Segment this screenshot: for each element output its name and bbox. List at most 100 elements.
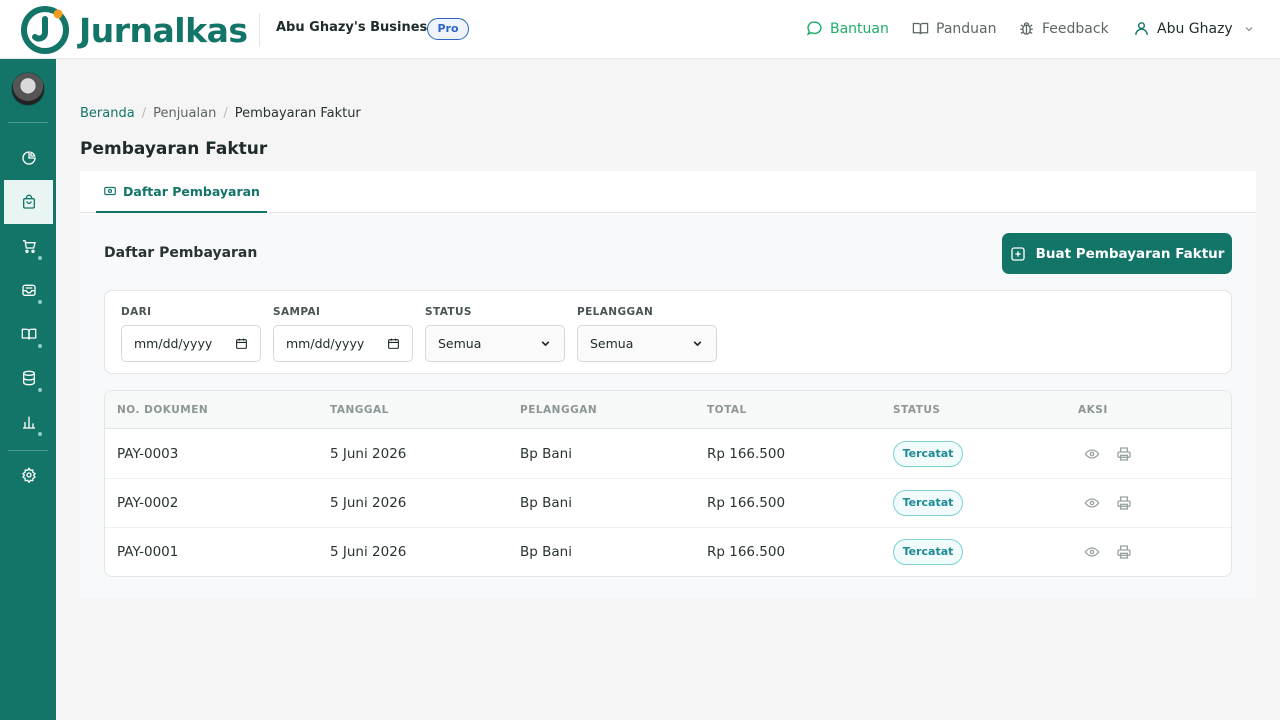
sidebar-item-purchases[interactable] — [4, 224, 53, 268]
customer-select-value: Semua — [590, 336, 634, 351]
filter-customer: PELANGGAN Semua — [577, 306, 717, 362]
breadcrumb-current: Pembayaran Faktur — [234, 106, 361, 121]
create-payment-button[interactable]: Buat Pembayaran Faktur — [1002, 233, 1232, 274]
table-header: NO. DOKUMEN TANGGAL PELANGGAN TOTAL STAT… — [105, 391, 1231, 429]
filter-to-label: SAMPAI — [273, 306, 321, 318]
book-icon — [21, 328, 36, 340]
date-from-value: mm/dd/yyyy — [134, 336, 213, 351]
date-cell: 5 Juni 2026 — [330, 544, 407, 560]
breadcrumb-home[interactable]: Beranda — [80, 106, 135, 121]
column-header[interactable]: TANGGAL — [330, 404, 389, 416]
sidebar-submenu-dot — [38, 388, 42, 392]
chevron-down-icon — [541, 341, 550, 347]
sidebar-submenu-dot — [38, 300, 42, 304]
help-link[interactable]: Bantuan — [806, 20, 889, 37]
brand-logo[interactable]: Jurnalkas — [20, 5, 248, 55]
cash-icon — [104, 186, 116, 196]
customer-select[interactable]: Semua — [577, 325, 717, 362]
printer-icon — [1117, 496, 1131, 510]
table-row[interactable]: PAY-0002 5 Juni 2026 Bp Bani Rp 166.500 … — [105, 479, 1231, 528]
sidebar-submenu-dot — [38, 344, 42, 348]
guide-link[interactable]: Panduan — [912, 20, 996, 37]
print-button[interactable] — [1116, 495, 1132, 511]
tab-label: Daftar Pembayaran — [123, 183, 260, 199]
filter-status-label: STATUS — [425, 306, 472, 318]
printer-icon — [1117, 447, 1131, 461]
sidebar-item-accounting[interactable] — [4, 312, 53, 356]
calendar-icon[interactable] — [235, 337, 248, 350]
date-cell: 5 Juni 2026 — [330, 446, 407, 462]
table-row[interactable]: PAY-0003 5 Juni 2026 Bp Bani Rp 166.500 … — [105, 430, 1231, 479]
status-badge: Tercatat — [893, 539, 963, 565]
filter-from-label: DARI — [121, 306, 152, 318]
user-name: Abu Ghazy — [1157, 20, 1233, 37]
feedback-link[interactable]: Feedback — [1018, 20, 1109, 37]
date-to-input[interactable]: mm/dd/yyyy — [273, 325, 413, 362]
breadcrumb-section[interactable]: Penjualan — [153, 106, 216, 121]
view-button[interactable] — [1084, 495, 1100, 511]
sidebar-item-dashboard[interactable] — [4, 136, 53, 180]
plan-badge: Pro — [427, 18, 469, 40]
column-header[interactable]: PELANGGAN — [520, 404, 597, 416]
chevron-down-icon — [693, 341, 702, 347]
create-payment-label: Buat Pembayaran Faktur — [1035, 245, 1225, 262]
business-name[interactable]: Abu Ghazy's Business — [276, 20, 435, 35]
pie-chart-icon — [21, 151, 36, 165]
column-header: AKSI — [1078, 404, 1108, 416]
view-button[interactable] — [1084, 544, 1100, 560]
main-card: Daftar Pembayaran Daftar Pembayaran Buat… — [80, 171, 1256, 598]
eye-icon — [1084, 547, 1100, 557]
status-badge: Tercatat — [893, 441, 963, 467]
calendar-icon[interactable] — [387, 337, 400, 350]
tab-payment-list[interactable]: Daftar Pembayaran — [96, 171, 267, 213]
date-from-input[interactable]: mm/dd/yyyy — [121, 325, 261, 362]
column-header[interactable]: NO. DOKUMEN — [117, 404, 208, 416]
filter-status: STATUS Semua — [425, 306, 565, 362]
jurnalkas-logo-icon — [21, 6, 69, 54]
view-button[interactable] — [1084, 446, 1100, 462]
breadcrumb: Beranda / Penjualan / Pembayaran Faktur — [80, 106, 361, 121]
sidebar-item-sales[interactable] — [4, 180, 53, 224]
customer-cell: Bp Bani — [520, 446, 572, 462]
status-select[interactable]: Semua — [425, 325, 565, 362]
payments-table: NO. DOKUMEN TANGGAL PELANGGAN TOTAL STAT… — [104, 390, 1232, 577]
sidebar — [0, 59, 56, 720]
total-cell: Rp 166.500 — [707, 446, 786, 462]
sidebar-divider — [8, 122, 48, 123]
brand-name: Jurnalkas — [79, 10, 248, 50]
sidebar-item-inventory[interactable] — [4, 268, 53, 312]
doc-number[interactable]: PAY-0003 — [117, 446, 178, 462]
avatar[interactable] — [11, 72, 45, 106]
print-button[interactable] — [1116, 544, 1132, 560]
sidebar-item-master-data[interactable] — [4, 356, 53, 400]
sidebar-submenu-dot — [38, 432, 42, 436]
bug-icon — [1020, 22, 1033, 35]
sidebar-item-settings[interactable] — [4, 453, 53, 497]
guide-label: Panduan — [936, 20, 997, 37]
section-title: Daftar Pembayaran — [104, 245, 258, 261]
eye-icon — [1084, 449, 1100, 459]
page-title: Pembayaran Faktur — [80, 139, 268, 159]
open-book-icon — [912, 22, 929, 35]
header-divider — [259, 13, 260, 47]
filter-panel: DARI mm/dd/yyyy SAMPAI mm/dd/yyyy STATUS… — [104, 290, 1232, 374]
table-row[interactable]: PAY-0001 5 Juni 2026 Bp Bani Rp 166.500 … — [105, 528, 1231, 576]
database-icon — [22, 370, 35, 386]
bar-chart-icon — [22, 416, 35, 429]
column-header[interactable]: TOTAL — [707, 404, 747, 416]
sidebar-item-reports[interactable] — [4, 400, 53, 444]
doc-number[interactable]: PAY-0001 — [117, 544, 178, 560]
column-header[interactable]: STATUS — [893, 404, 940, 416]
chevron-down-icon — [1245, 26, 1253, 31]
total-cell: Rp 166.500 — [707, 495, 786, 511]
customer-cell: Bp Bani — [520, 544, 572, 560]
status-select-value: Semua — [438, 336, 482, 351]
plus-square-icon — [1010, 246, 1025, 261]
user-menu[interactable]: Abu Ghazy — [1133, 20, 1262, 37]
doc-number[interactable]: PAY-0002 — [117, 495, 178, 511]
date-cell: 5 Juni 2026 — [330, 495, 407, 511]
gear-icon — [21, 467, 36, 483]
feedback-label: Feedback — [1042, 20, 1109, 37]
date-to-value: mm/dd/yyyy — [286, 336, 365, 351]
print-button[interactable] — [1116, 446, 1132, 462]
